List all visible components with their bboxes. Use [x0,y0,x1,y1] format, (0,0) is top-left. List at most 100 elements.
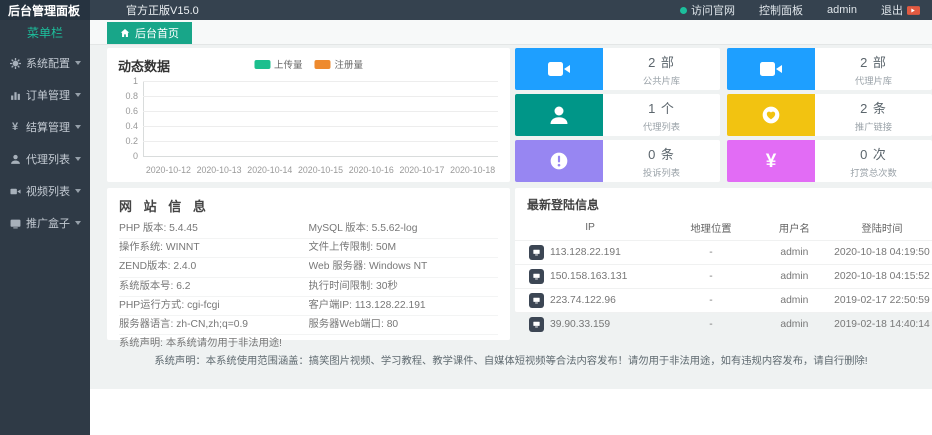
cell-geo: - [665,313,757,337]
legend-swatch-orange [315,60,331,69]
x-axis-labels: 2020-10-12 2020-10-13 2020-10-14 2020-10… [143,165,498,175]
cell-user: admin [757,289,832,313]
nav-logout-label: 退出 [881,2,903,18]
top-header: 后台管理面板 官方正版V15.0 访问官网 控制面板 admin 退出 [0,0,932,20]
stat-card-agent-library[interactable]: 2 部 代理片库 [727,48,932,90]
ip-badge-icon [529,293,544,308]
stat-card-promo-links[interactable]: 2 条 推广链接 [727,94,932,136]
site-info-title: 网 站 信 息 [107,188,510,220]
video-camera-icon [727,48,815,90]
nav-visit-site-label: 访问官网 [691,2,735,18]
x-tick: 2020-10-13 [194,165,245,175]
cell-ip: 39.90.33.159 [550,319,610,330]
stat-card-agent-list[interactable]: 1 个 代理列表 [515,94,720,136]
info-row: 操作系统: WINNT 文件上传限制: 50M [119,239,498,258]
box-icon [9,217,21,229]
x-tick: 2020-10-18 [447,165,498,175]
green-dot-icon [680,7,687,14]
yen-icon: ¥ [727,140,815,182]
legend-item-registrations[interactable]: 注册量 [315,57,364,71]
sidebar-item-settlement[interactable]: ¥ 结算管理 [0,111,90,143]
col-header-user: 用户名 [757,217,832,241]
stat-label: 投诉列表 [643,165,680,179]
nav-control-panel[interactable]: 控制面板 [759,2,803,18]
tab-bar: 后台首页 [90,20,932,45]
cell-ip: 113.128.22.191 [550,247,621,258]
y-tick: 0.8 [112,91,138,101]
stat-label: 推广链接 [855,119,892,133]
chevron-down-icon [75,157,81,161]
gear-icon [9,57,21,69]
home-icon [120,28,130,38]
sidebar-item-orders[interactable]: 订单管理 [0,79,90,111]
stat-value: 2 部 [648,52,675,71]
info-row: PHP 版本: 5.4.45 MySQL 版本: 5.5.62-log [119,220,498,239]
stat-value: 0 条 [648,144,675,163]
chart-legend: 上传量 注册量 [254,57,363,71]
col-header-geo: 地理位置 [665,217,757,241]
sidebar-item-videos[interactable]: 视频列表 [0,175,90,207]
bar-chart-icon [9,89,21,101]
legend-item-uploads[interactable]: 上传量 [254,57,303,71]
video-camera-icon [9,185,21,197]
exclamation-circle-icon [515,140,603,182]
ip-badge-icon [529,245,544,260]
cell-geo: - [665,289,757,313]
stat-card-reward-count[interactable]: ¥ 0 次 打赏总次数 [727,140,932,182]
table-row: 223.74.122.96 - admin 2019-02-17 22:50:5… [515,289,932,313]
stat-label: 打赏总次数 [850,165,897,179]
x-tick: 2020-10-14 [244,165,295,175]
tab-dashboard-home[interactable]: 后台首页 [107,22,192,44]
sidebar-item-label: 结算管理 [26,119,70,135]
info-row: ZEND版本: 2.4.0 Web 服务器: Windows NT [119,258,498,277]
sidebar-item-label: 系统配置 [26,55,70,71]
y-tick: 1 [112,76,138,86]
system-disclaimer: 系统声明：本系统使用范围涵盖：搞笑图片视频、学习教程、教学课件、自媒体短视频等合… [90,352,932,367]
stat-card-public-library[interactable]: 2 部 公共片库 [515,48,720,90]
cell-user: admin [757,313,832,337]
user-icon [515,94,603,136]
nav-visit-site[interactable]: 访问官网 [680,2,735,18]
nav-username[interactable]: admin [827,4,857,16]
ip-badge-icon [529,317,544,332]
stat-value: 0 次 [860,144,887,163]
logout-icon [907,6,920,15]
x-axis-line [143,156,498,157]
chevron-down-icon [75,189,81,193]
chevron-down-icon [75,61,81,65]
login-info-card: 最新登陆信息 IP 地理位置 用户名 登陆时间 113.128.22.191 -… [515,188,932,312]
video-camera-icon [515,48,603,90]
legend-swatch-green [254,60,270,69]
cell-time: 2020-10-18 04:15:52 [832,265,932,289]
table-row: 39.90.33.159 - admin 2019-02-18 14:40:14 [515,313,932,337]
nav-logout[interactable]: 退出 [881,2,920,18]
y-tick: 0.2 [112,136,138,146]
sidebar-item-system-config[interactable]: 系统配置 [0,47,90,79]
stat-value: 2 条 [860,98,887,117]
stat-label: 代理列表 [643,119,680,133]
user-icon [9,153,21,165]
sidebar-item-label: 代理列表 [26,151,70,167]
info-row-declaration: 系统声明: 本系统请勿用于非法用途! [119,335,498,353]
dynamic-data-chart-card: 动态数据 上传量 注册量 1 0.8 0.6 0.4 0.2 0 [107,48,510,182]
sidebar-item-label: 推广盒子 [26,215,70,231]
sidebar-item-agents[interactable]: 代理列表 [0,143,90,175]
stat-label: 公共片库 [643,73,680,87]
table-row: 113.128.22.191 - admin 2020-10-18 04:19:… [515,241,932,265]
sidebar-title: 菜单栏 [0,20,90,47]
sidebar-item-promo-box[interactable]: 推广盒子 [0,207,90,239]
sidebar: 菜单栏 系统配置 订单管理 ¥ 结算管理 代理列表 视频列表 [0,20,90,435]
y-tick: 0 [112,151,138,161]
sidebar-item-label: 视频列表 [26,183,70,199]
x-tick: 2020-10-17 [397,165,448,175]
info-row: 服务器语言: zh-CN,zh;q=0.9 服务器Web端口: 80 [119,316,498,335]
stat-card-complaints[interactable]: 0 条 投诉列表 [515,140,720,182]
stat-value: 2 部 [860,52,887,71]
y-tick: 0.4 [112,121,138,131]
site-info-card: 网 站 信 息 PHP 版本: 5.4.45 MySQL 版本: 5.5.62-… [107,188,510,340]
cell-user: admin [757,265,832,289]
chevron-down-icon [75,125,81,129]
chevron-down-icon [75,221,81,225]
table-row: 150.158.163.131 - admin 2020-10-18 04:15… [515,265,932,289]
version-label: 官方正版V15.0 [126,2,199,18]
